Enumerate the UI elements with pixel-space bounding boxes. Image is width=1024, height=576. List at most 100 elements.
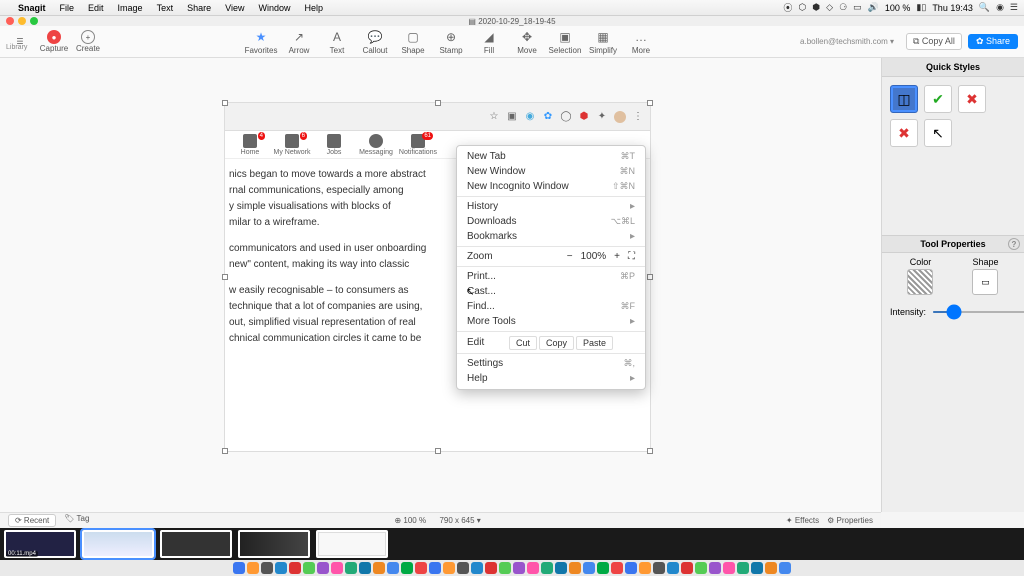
dock-icon[interactable] — [247, 562, 259, 574]
tool-arrow[interactable]: ↗Arrow — [282, 28, 316, 55]
fullscreen-icon[interactable]: ⛶ — [628, 251, 635, 262]
dock-icon[interactable] — [261, 562, 273, 574]
menu-incognito[interactable]: New Incognito Window⇧⌘N — [457, 179, 645, 194]
tool-callout[interactable]: 💬Callout — [358, 28, 392, 55]
help-icon[interactable]: ? — [1008, 238, 1020, 250]
menu-moretools[interactable]: More Tools▸ — [457, 314, 645, 329]
menu-help[interactable]: Help — [298, 3, 329, 13]
thumbnail[interactable] — [316, 530, 388, 558]
dock-icon[interactable] — [275, 562, 287, 574]
resize-handle[interactable] — [647, 448, 653, 454]
volume-icon[interactable]: 🔊 — [868, 2, 879, 13]
tag-button[interactable]: 🏷 Tag — [64, 514, 89, 527]
resize-handle[interactable] — [222, 274, 228, 280]
library-label[interactable]: Library — [6, 44, 27, 51]
nav-home[interactable]: 4Home — [229, 134, 271, 156]
kebab-icon[interactable]: ⋮ — [632, 111, 644, 123]
dock-icon[interactable] — [485, 562, 497, 574]
ext-icon[interactable]: ⬢ — [578, 111, 590, 123]
menu-cast[interactable]: Cast... — [457, 284, 645, 299]
dock-icon[interactable] — [611, 562, 623, 574]
clock[interactable]: Thu 19:43 — [932, 3, 973, 13]
nav-network[interactable]: 6My Network — [271, 134, 313, 156]
status-icon[interactable]: ⬡ — [798, 2, 806, 13]
copy-all-button[interactable]: ⧉ Copy All — [906, 33, 962, 50]
menu-text[interactable]: Text — [151, 3, 180, 13]
nav-jobs[interactable]: Jobs — [313, 134, 355, 156]
dock-icon[interactable] — [541, 562, 553, 574]
thumbnail[interactable] — [160, 530, 232, 558]
dock-icon[interactable] — [737, 562, 749, 574]
dock-icon[interactable] — [597, 562, 609, 574]
dock-icon[interactable] — [765, 562, 777, 574]
color-swatch[interactable] — [907, 269, 933, 295]
search-icon[interactable]: 🔍 — [979, 2, 990, 13]
tool-simplify[interactable]: ▦Simplify — [586, 28, 620, 55]
dock-icon[interactable] — [289, 562, 301, 574]
resize-handle[interactable] — [647, 100, 653, 106]
tool-shape[interactable]: ▢Shape — [396, 28, 430, 55]
status-icon[interactable]: ⦿ — [783, 1, 792, 14]
menu-image[interactable]: Image — [112, 3, 149, 13]
intensity-slider[interactable] — [932, 311, 1024, 313]
siri-icon[interactable]: ◉ — [996, 2, 1004, 13]
menu-settings[interactable]: Settings⌘, — [457, 356, 645, 371]
edit-copy[interactable]: Copy — [539, 336, 574, 350]
dock-icon[interactable] — [527, 562, 539, 574]
menu-share[interactable]: Share — [181, 3, 217, 13]
effects-button[interactable]: ✦ Effects — [786, 516, 819, 525]
menu-newwindow[interactable]: New Window⌘N — [457, 164, 645, 179]
quickstyle-item[interactable]: ◫ — [890, 85, 918, 113]
ext-icon[interactable]: ▣ — [506, 111, 518, 123]
status-icon[interactable]: ◇ — [826, 2, 833, 13]
create-button[interactable]: +Create — [74, 30, 102, 53]
ext-icon[interactable]: ◉ — [524, 111, 536, 123]
menu-file[interactable]: File — [54, 3, 81, 13]
quickstyle-item[interactable]: ✖ — [890, 119, 918, 147]
zoom-in[interactable]: + — [614, 251, 620, 262]
dock-icon[interactable] — [653, 562, 665, 574]
dock-icon[interactable] — [583, 562, 595, 574]
dock-icon[interactable] — [415, 562, 427, 574]
dock-icon[interactable] — [639, 562, 651, 574]
dock-icon[interactable] — [387, 562, 399, 574]
ext-icon[interactable]: ✦ — [596, 111, 608, 123]
tool-stamp[interactable]: ⊕Stamp — [434, 28, 468, 55]
size-indicator[interactable]: 790 x 645 ▾ — [439, 516, 480, 525]
dock-icon[interactable] — [681, 562, 693, 574]
tool-move[interactable]: ✥Move — [510, 28, 544, 55]
menu-downloads[interactable]: Downloads⌥⌘L — [457, 214, 645, 229]
avatar-icon[interactable] — [614, 111, 626, 123]
nav-notifications[interactable]: 61Notifications — [397, 134, 439, 156]
menu-history[interactable]: History▸ — [457, 199, 645, 214]
menu-print[interactable]: Print...⌘P — [457, 269, 645, 284]
quickstyle-pointer[interactable]: ↖ — [924, 119, 952, 147]
status-icon[interactable]: ⬢ — [812, 2, 820, 13]
menu-newtab[interactable]: New Tab⌘T — [457, 149, 645, 164]
star-icon[interactable]: ☆ — [488, 111, 500, 123]
tool-favorites[interactable]: ★Favorites — [244, 28, 278, 55]
properties-button[interactable]: ⚙ Properties — [827, 516, 873, 525]
shape-swatch[interactable]: ▭ — [972, 269, 998, 295]
thumbnail[interactable]: 00:11.mp4 — [4, 530, 76, 558]
ext-icon[interactable]: ◯ — [560, 111, 572, 123]
dock-icon[interactable] — [625, 562, 637, 574]
tool-fill[interactable]: ◢Fill — [472, 28, 506, 55]
dock-icon[interactable] — [667, 562, 679, 574]
thumbnail[interactable] — [238, 530, 310, 558]
traffic-lights[interactable] — [6, 17, 38, 25]
recent-button[interactable]: ⟳ Recent — [8, 514, 56, 527]
wifi-icon[interactable]: ⚆ — [839, 2, 847, 13]
resize-handle[interactable] — [647, 274, 653, 280]
dock-icon[interactable] — [429, 562, 441, 574]
edit-cut[interactable]: Cut — [509, 336, 537, 350]
dock-icon[interactable] — [569, 562, 581, 574]
dock-icon[interactable] — [709, 562, 721, 574]
dock-icon[interactable] — [317, 562, 329, 574]
dock-icon[interactable] — [723, 562, 735, 574]
dock-icon[interactable] — [373, 562, 385, 574]
resize-handle[interactable] — [435, 100, 441, 106]
resize-handle[interactable] — [222, 448, 228, 454]
resize-handle[interactable] — [435, 448, 441, 454]
menu-find[interactable]: Find...⌘F — [457, 299, 645, 314]
